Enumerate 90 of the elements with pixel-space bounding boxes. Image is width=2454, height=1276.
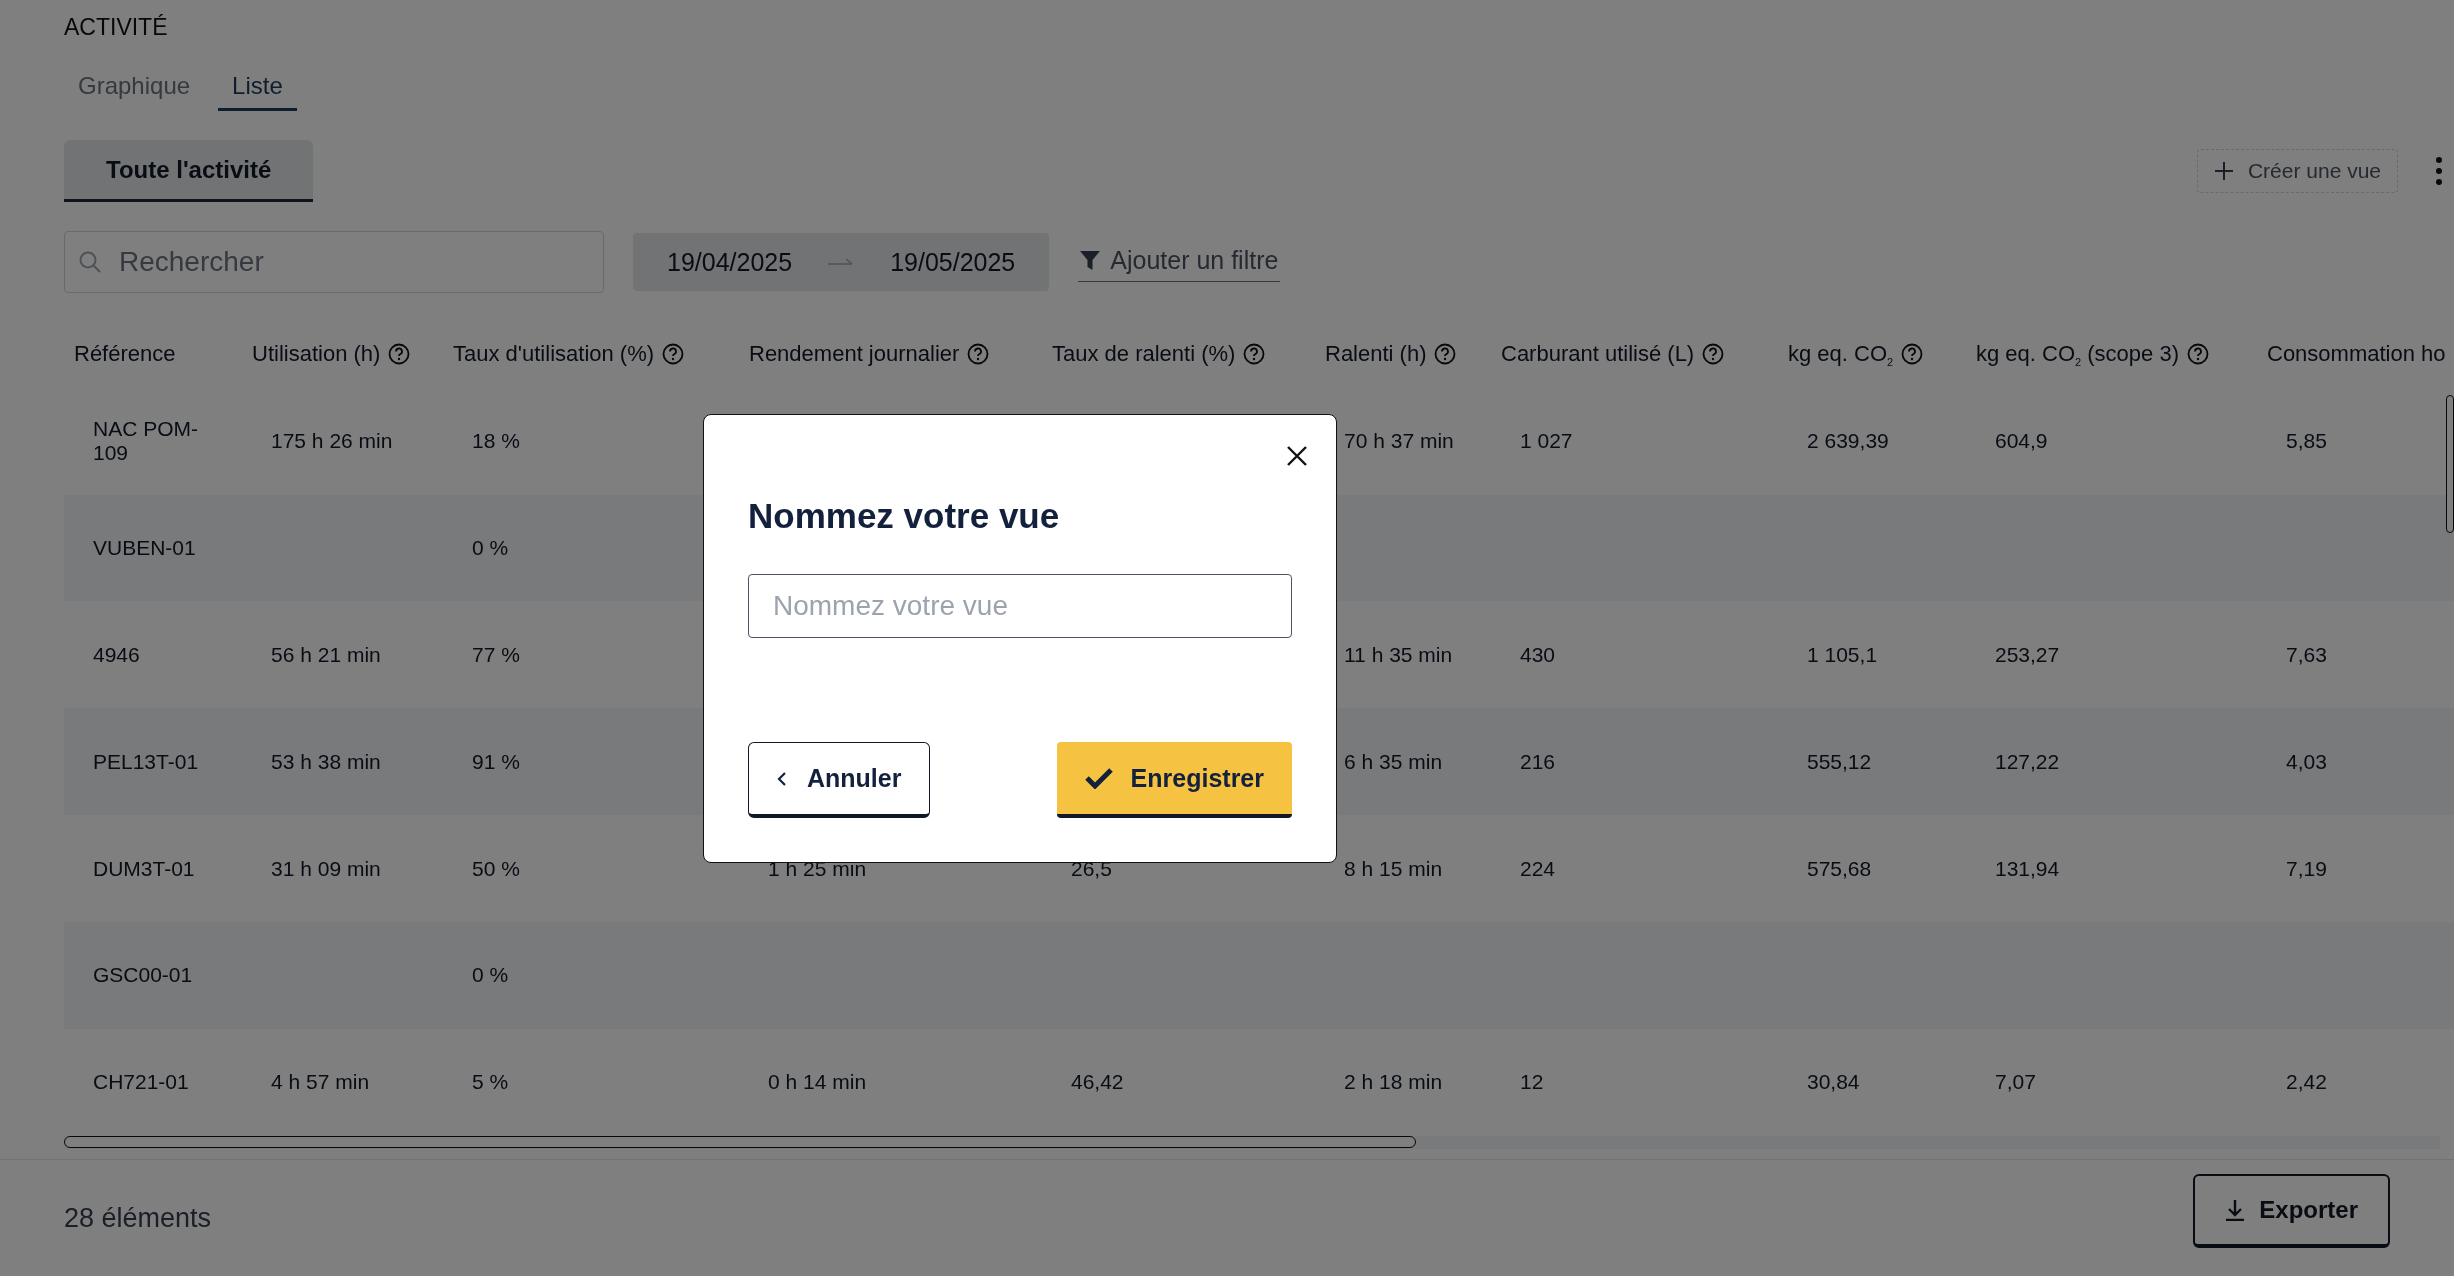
date-range-picker[interactable]: 19/04/2025 19/05/2025 [633, 233, 1050, 291]
table-cell: 2 h 18 min [1344, 1070, 1443, 1094]
view-tab[interactable]: Toute l'activité [64, 140, 314, 202]
table-cell: DUM3T-01 [93, 856, 195, 880]
column-header: Utilisation (h) [252, 341, 381, 368]
view-tab[interactable]: Graphique [78, 70, 191, 111]
table-cell: VUBEN-01 [93, 536, 196, 560]
export-button[interactable]: Exporter [2193, 1174, 2390, 1248]
column-header: Taux d'utilisation (%) [453, 341, 655, 368]
table-cell: 0 h 14 min [768, 1070, 867, 1094]
table-cell: 30,84 [1807, 1070, 1860, 1094]
table-cell: CH721-01 [93, 1070, 189, 1094]
help-icon[interactable] [662, 343, 685, 366]
check-icon [1084, 767, 1113, 789]
dialog-title: Nommez votre vue [748, 496, 1061, 536]
start-date: 19/04/2025 [667, 247, 793, 277]
table-cell: 175 h 26 min [271, 429, 393, 453]
table-cell: 5,85 [2286, 429, 2327, 453]
help-icon[interactable] [1434, 343, 1457, 366]
table-cell: GSC00-01 [93, 963, 193, 987]
table-cell: 56 h 21 min [271, 642, 381, 666]
table-cell: 604,9 [1995, 429, 2048, 453]
funnel-icon [1080, 249, 1101, 272]
item-count: 28 éléments [64, 1202, 213, 1234]
table-cell: 11 h 35 min [1344, 642, 1453, 666]
input-field[interactable]: Nommez votre vue [748, 574, 1292, 638]
table-cell: 127,22 [1995, 749, 2060, 773]
table-cell: 0 % [472, 536, 509, 560]
table-cell: 7,07 [1995, 1070, 2036, 1094]
table-cell: 31 h 09 min [271, 856, 381, 880]
search-field[interactable]: Rechercher [64, 231, 604, 293]
column-header: Ralenti (h) [1325, 341, 1427, 368]
arrow-icon [828, 257, 855, 267]
table-cell: 53 h 38 min [271, 749, 381, 773]
close-icon[interactable] [1286, 445, 1308, 467]
table-cell: 7,63 [2286, 642, 2327, 666]
chevron-left-icon [777, 770, 787, 787]
table-cell: 77 % [472, 642, 520, 666]
table-cell: 7,19 [2286, 856, 2327, 880]
column-header: Rendement journalier [749, 341, 960, 368]
view-tab[interactable]: Liste [218, 70, 297, 111]
section-title: ACTIVITÉ [64, 14, 169, 41]
scrollbar-thumb[interactable] [64, 1136, 1416, 1149]
table-cell: 575,68 [1807, 856, 1872, 880]
table-cell: 253,27 [1995, 642, 2060, 666]
table-cell: 131,94 [1995, 856, 2060, 880]
table-cell: 18 % [472, 429, 520, 453]
table-cell: 8 h 15 min [1344, 856, 1443, 880]
column-header: kg eq. CO$_{2}$ [1788, 340, 1894, 369]
help-icon[interactable] [1901, 343, 1924, 366]
search-icon [78, 250, 102, 274]
add-filter-button[interactable]: Ajouter un filtre [1078, 242, 1281, 282]
help-icon[interactable] [388, 343, 411, 366]
table-cell: 0 % [472, 963, 509, 987]
help-icon[interactable] [1702, 343, 1725, 366]
scrollbar-track[interactable] [64, 1135, 2440, 1149]
table-cell: NAC POM-109 [93, 417, 198, 465]
table-cell: 2 639,39 [1807, 429, 1889, 453]
help-icon[interactable] [967, 343, 990, 366]
column-header: Consommation ho [2267, 341, 2446, 368]
table-cell: 6 h 35 min [1344, 749, 1443, 773]
table-cell: PEL13T-01 [93, 749, 199, 773]
plus-icon [2213, 161, 2234, 181]
help-icon[interactable] [2187, 343, 2209, 366]
column-header: Référence [74, 341, 176, 368]
column-header: Taux de ralenti (%) [1052, 341, 1236, 368]
table-cell: 430 [1520, 642, 1556, 666]
end-date: 19/05/2025 [890, 247, 1016, 277]
table-cell: 70 h 37 min [1344, 429, 1454, 453]
table-cell: 91 % [472, 749, 520, 773]
cancel-button[interactable]: Annuler [748, 742, 931, 818]
table-cell: 12 [1520, 1070, 1544, 1094]
table-cell: 50 % [472, 856, 520, 880]
table-cell: 1 027 [1520, 429, 1573, 453]
table-cell: 46,42 [1071, 1070, 1124, 1094]
save-button[interactable]: Enregistrer [1056, 742, 1292, 818]
create-view-button[interactable]: Créer une vue [2196, 149, 2398, 193]
table-cell: 4 h 57 min [271, 1070, 370, 1094]
table-cell: 216 [1520, 749, 1556, 773]
download-icon [2225, 1199, 2246, 1221]
help-icon[interactable] [1243, 343, 1266, 366]
table-cell: 4,03 [2286, 749, 2327, 773]
table-cell: 224 [1520, 856, 1556, 880]
table-cell: 5 % [472, 1070, 509, 1094]
table-cell: 1 105,1 [1807, 642, 1878, 666]
column-header: Carburant utilisé (L) [1501, 341, 1695, 368]
table-cell: 2,42 [2286, 1070, 2327, 1094]
table-cell: 555,12 [1807, 749, 1872, 773]
column-header: kg eq. CO$_{2}$ (scope 3) [1976, 340, 2179, 369]
table-cell: 4946 [93, 642, 140, 666]
